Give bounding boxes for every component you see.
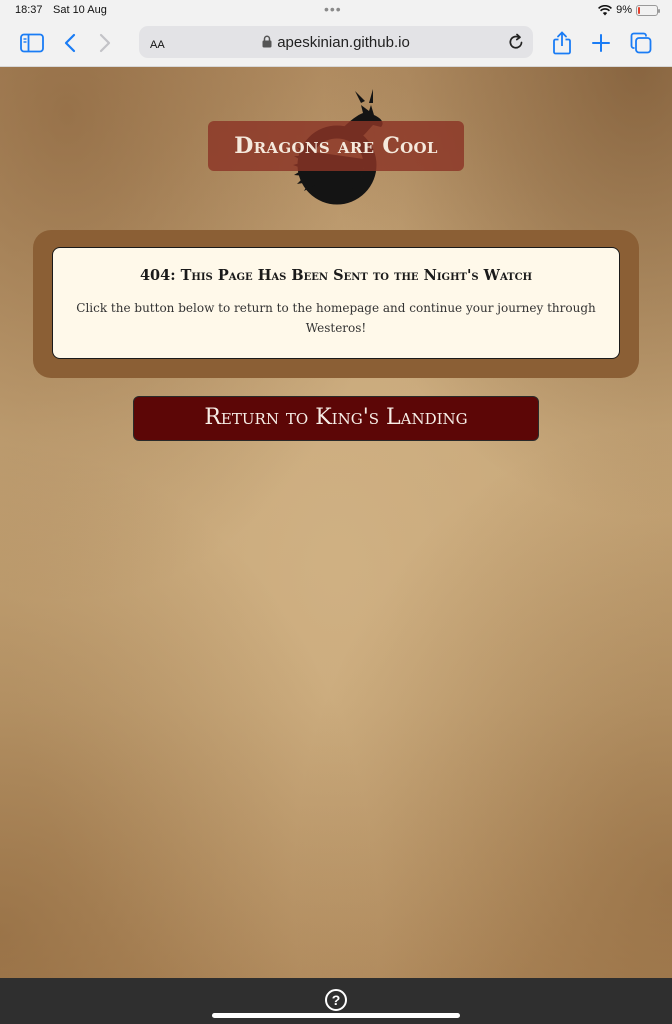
multitasking-dots-icon[interactable]: ••• — [324, 2, 342, 16]
status-indicators: 9% — [598, 4, 660, 16]
error-title: 404: This Page Has Been Sent to the Nigh… — [139, 267, 533, 284]
sidebar-icon[interactable] — [19, 30, 45, 56]
web-page: Dragons are Cool 404: This Page Has Been… — [0, 67, 672, 978]
back-icon[interactable] — [57, 30, 83, 56]
forward-icon[interactable] — [92, 30, 118, 56]
bottom-bar: ? — [0, 978, 672, 1024]
url-text: apeskinian.github.io — [277, 34, 410, 51]
error-message: Click the button below to return to the … — [76, 301, 596, 335]
battery-icon — [636, 4, 660, 16]
new-tab-icon[interactable] — [588, 30, 614, 56]
site-header[interactable]: Dragons are Cool — [207, 85, 465, 213]
status-date: Sat 10 Aug — [53, 4, 107, 16]
lock-icon — [262, 35, 272, 48]
reload-icon[interactable] — [508, 33, 524, 55]
battery-percent: 9% — [616, 4, 632, 16]
battery-level — [638, 6, 640, 14]
share-icon[interactable] — [549, 30, 575, 56]
wifi-icon — [598, 4, 613, 15]
return-home-button[interactable]: Return to King's Landing — [133, 396, 539, 441]
url-display[interactable]: apeskinian.github.io — [139, 34, 533, 51]
error-card: 404: This Page Has Been Sent to the Nigh… — [52, 247, 620, 359]
error-panel-frame: 404: This Page Has Been Sent to the Nigh… — [33, 230, 639, 378]
address-bar[interactable]: AA apeskinian.github.io — [139, 26, 533, 58]
home-indicator[interactable] — [212, 1013, 460, 1018]
browser-toolbar: AA apeskinian.github.io — [0, 22, 672, 67]
site-title[interactable]: Dragons are Cool — [208, 121, 464, 171]
help-icon[interactable]: ? — [325, 989, 347, 1011]
status-time: 18:37 — [15, 4, 43, 16]
tabs-icon[interactable] — [628, 30, 654, 56]
status-bar: 18:37 Sat 10 Aug ••• 9% — [0, 0, 672, 22]
